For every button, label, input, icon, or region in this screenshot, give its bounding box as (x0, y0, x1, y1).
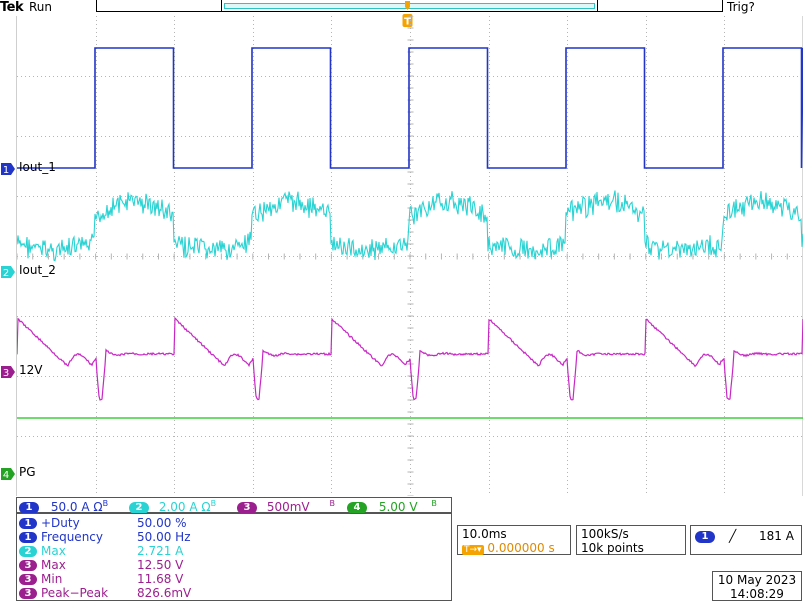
ch4-label: PG (19, 465, 36, 479)
trigger-state: Trig? (727, 0, 755, 14)
svg-text:4: 4 (3, 470, 9, 480)
svg-text:3: 3 (3, 368, 9, 378)
waveform-display[interactable] (16, 15, 803, 497)
acquisition-readout[interactable]: 100kS/s 10k points (576, 525, 686, 555)
ch3-ground-marker[interactable]: 3 (0, 363, 16, 379)
ch2-ground-marker[interactable]: 2 (0, 263, 16, 279)
trigger-slope-icon: ╱ (729, 529, 737, 543)
ch3-label: 12V (19, 363, 43, 377)
measurement-row[interactable]: 3 Max 12.50 V (19, 558, 183, 572)
ch1-scale[interactable]: 1 50.0 A ΩB (19, 499, 108, 514)
date: 10 May 2023 (717, 573, 797, 587)
waveform-plot (16, 15, 803, 497)
record-length: 10k points (581, 541, 644, 555)
graticule-grid (16, 15, 803, 497)
svg-text:1: 1 (3, 165, 9, 175)
timebase-readout[interactable]: 10.0ms T→▾ 0.000000 s (457, 525, 571, 555)
trigger-level: 181 A (759, 529, 794, 543)
time: 14:08:29 (730, 587, 784, 601)
trigger-source: 1 (695, 529, 715, 543)
vertical-scale-bar: 1 50.0 A ΩB 2 2.00 A ΩB 3 500mV B 4 5.00… (16, 497, 452, 514)
measurement-row[interactable]: 1 Frequency 50.00 Hz (19, 530, 191, 544)
horizontal-scale: 10.0ms (462, 527, 507, 541)
measurement-row[interactable]: 1 +Duty 50.00 % (19, 516, 187, 530)
ch4-scale[interactable]: 4 5.00 V B (347, 499, 437, 514)
trigger-offset: T→▾ 0.000000 s (462, 541, 555, 555)
datetime-readout: 10 May 2023 14:08:29 (712, 571, 802, 601)
ch2-label: Iout_2 (19, 263, 56, 277)
ch2-scale[interactable]: 2 2.00 A ΩB (129, 499, 216, 514)
measurement-row[interactable]: 2 Max 2.721 A (19, 544, 183, 558)
ch1-ground-marker[interactable]: 1 (0, 160, 16, 176)
brand-logo: Tek (0, 0, 24, 15)
ch4-ground-marker[interactable]: 4 (0, 465, 16, 481)
waveform-ch2 (16, 190, 803, 262)
measurements-panel: 1 +Duty 50.00 % 1 Frequency 50.00 Hz 2 Max 2.7… (16, 513, 452, 601)
svg-text:2: 2 (3, 268, 9, 278)
run-state[interactable]: Run (29, 0, 52, 14)
measurement-row[interactable]: 3 Min 11.68 V (19, 572, 183, 586)
measurement-row[interactable]: 3 Peak−Peak 826.6mV (19, 586, 191, 600)
trigger-readout[interactable]: 1 ╱ 181 A (690, 525, 802, 555)
ch1-label: Iout_1 (19, 160, 56, 174)
ch3-scale[interactable]: 3 500mV B (237, 499, 335, 514)
sample-rate: 100kS/s (581, 527, 629, 541)
